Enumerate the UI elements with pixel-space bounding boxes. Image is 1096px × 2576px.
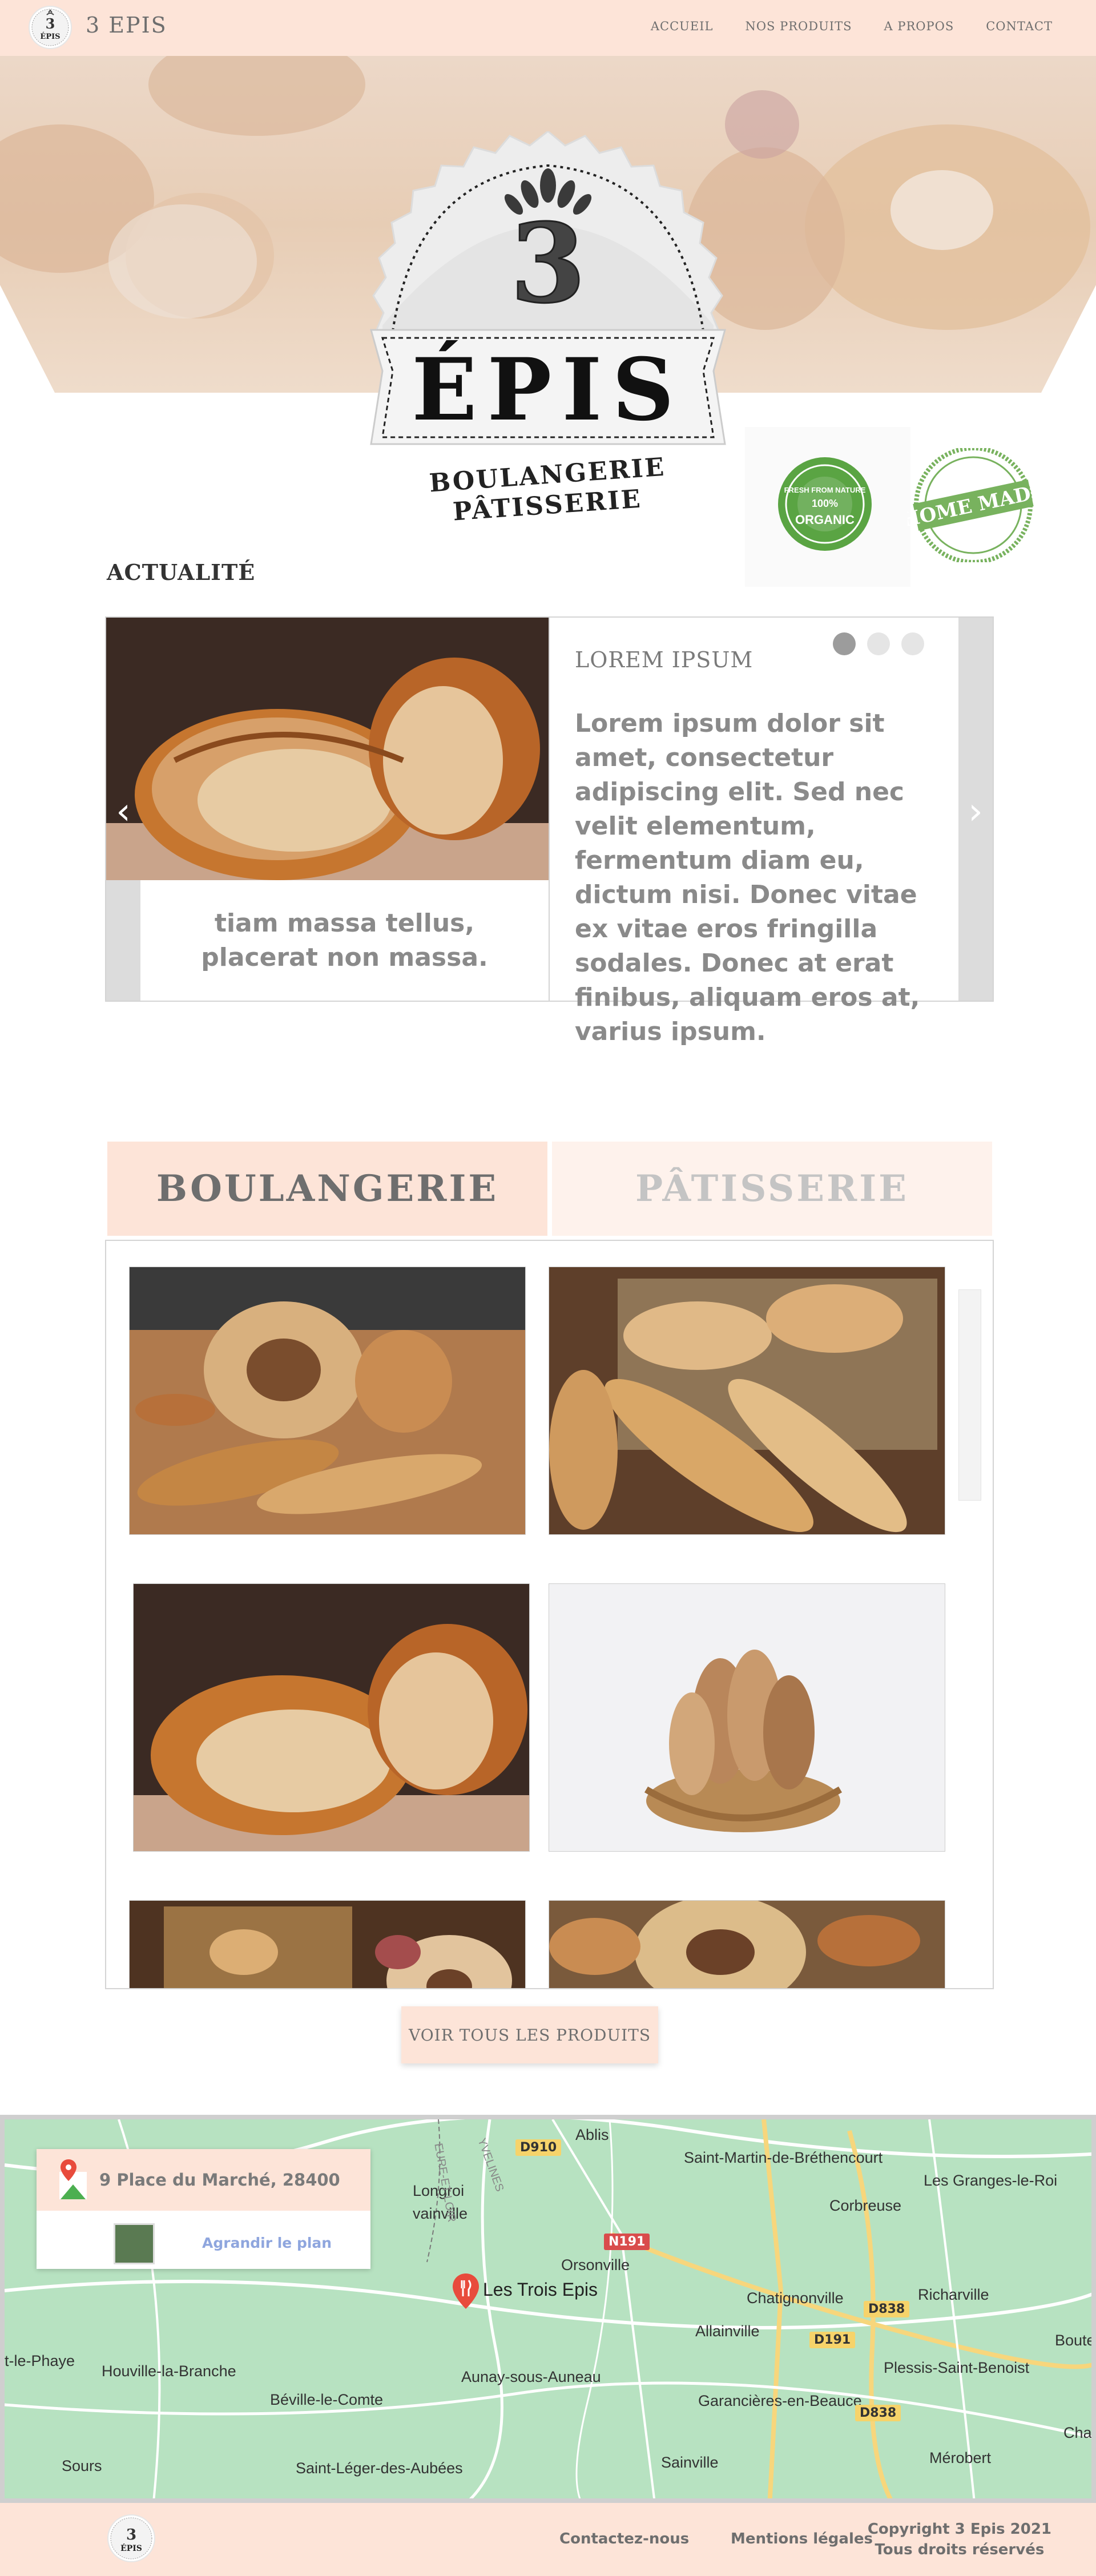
map-marker-label: Les Trois Epis — [483, 2279, 598, 2300]
news-text-panel: LOREM IPSUM Lorem ipsum dolor sit amet, … — [550, 618, 958, 1046]
footer-contact-link[interactable]: Contactez-nous — [559, 2530, 689, 2547]
tab-patisserie[interactable]: PÂTISSERIE — [552, 1142, 992, 1236]
product-tabs: BOULANGERIE PÂTISSERIE — [107, 1142, 992, 1236]
map-marker-icon[interactable] — [453, 2273, 479, 2309]
gallery-scrollbar[interactable] — [958, 1289, 981, 1501]
brand-logo-icon[interactable]: 3 ÉPIS — [29, 6, 72, 49]
enlarge-map-link[interactable]: Agrandir le plan — [202, 2235, 332, 2251]
product-image[interactable] — [549, 1267, 945, 1535]
organic-badge-top: FRESH FROM NATURE — [784, 486, 866, 494]
slider-prev-arrow[interactable]: ‹ — [112, 789, 135, 835]
slider-dot-3[interactable] — [901, 632, 924, 655]
nav-contact[interactable]: CONTACT — [986, 19, 1053, 33]
map-place: Garancières-en-Beauce — [698, 2392, 862, 2409]
slider-next-arrow[interactable]: › — [964, 789, 987, 835]
map-place: Plessis-Saint-Benoist — [884, 2359, 1030, 2376]
product-image[interactable] — [129, 1900, 526, 1988]
map-info-card: 9 Place du Marché, 28400 Agrandir le pla… — [37, 2149, 370, 2269]
footer: 3 ÉPIS Contactez-nous Mentions légales C… — [0, 2503, 1096, 2576]
map-place: Boutervi — [1055, 2332, 1095, 2349]
hero-logo-number: 3 — [510, 200, 586, 327]
map-place: Chatignonville — [747, 2289, 844, 2307]
location-map[interactable]: Ablis Saint-Martin-de-Bréthencourt Les G… — [0, 2115, 1096, 2503]
copyright-line-2: Tous droits réservés — [875, 2541, 1045, 2558]
news-image: ‹ — [106, 618, 549, 880]
product-gallery — [105, 1240, 994, 1989]
nav-nos-produits[interactable]: NOS PRODUITS — [745, 19, 852, 33]
road-badge: D191 — [809, 2332, 856, 2348]
slider-dot-2[interactable] — [867, 632, 890, 655]
map-place: Corbreuse — [829, 2197, 902, 2214]
footer-copyright: Copyright 3 Epis 2021 Tous droits réserv… — [868, 2519, 1051, 2560]
svg-text:3: 3 — [46, 15, 55, 32]
map-place: vainville — [413, 2205, 468, 2222]
tab-boulangerie[interactable]: BOULANGERIE — [107, 1142, 547, 1236]
main-nav: ACCUEIL NOS PRODUITS A PROPOS CONTACT — [651, 19, 1053, 33]
map-place: Aunay-sous-Auneau — [461, 2368, 601, 2385]
map-place: Mérobert — [929, 2449, 992, 2466]
map-place: Richarville — [918, 2286, 989, 2303]
nav-accueil[interactable]: ACCUEIL — [651, 19, 714, 33]
footer-logo-icon[interactable]: 3 ÉPIS — [107, 2514, 155, 2562]
top-navigation-bar: 3 ÉPIS 3 EPIS ACCUEIL NOS PRODUITS A PRO… — [0, 0, 1096, 56]
location-pin-icon — [57, 2159, 89, 2205]
hero-logo-word: ÉPIS — [412, 340, 684, 440]
map-thumbnail[interactable] — [114, 2223, 155, 2264]
svg-text:ÉPIS: ÉPIS — [120, 2543, 142, 2553]
product-image[interactable] — [129, 1267, 526, 1535]
map-place: Les Granges-le-Roi — [924, 2172, 1058, 2189]
slider-dot-1[interactable] — [833, 632, 856, 655]
map-place: Béville-le-Comte — [270, 2391, 384, 2408]
road-badge: N191 — [604, 2234, 650, 2250]
hero-brand-logo: 3 ÉPIS BOULANGERIE PÂTISSERIE — [348, 130, 748, 542]
map-place: Saint-Martin-de-Bréthencourt — [684, 2149, 883, 2166]
product-image[interactable] — [133, 1583, 530, 1852]
organic-badge-icon: FRESH FROM NATURE 100% ORGANIC — [778, 457, 872, 551]
map-place: Houville-la-Branche — [102, 2363, 236, 2380]
news-body: Lorem ipsum dolor sit amet, consectetur … — [575, 709, 920, 1046]
map-place: Allainville — [695, 2323, 760, 2340]
copyright-line-1: Copyright 3 Epis 2021 — [867, 2521, 1051, 2538]
product-image[interactable] — [549, 1583, 945, 1852]
organic-badge-main: ORGANIC — [795, 513, 855, 527]
svg-text:ÉPIS: ÉPIS — [40, 32, 60, 41]
news-section-title: ACTUALITÉ — [107, 559, 256, 585]
quality-badges: FRESH FROM NATURE 100% ORGANIC — [745, 427, 910, 587]
homemade-badge-icon: HOME MADE — [900, 446, 1047, 565]
footer-legal-link[interactable]: Mentions légales — [731, 2530, 873, 2547]
map-place: Sours — [62, 2457, 102, 2474]
map-place: Ablis — [575, 2126, 609, 2143]
view-all-products-button[interactable]: VOIR TOUS LES PRODUITS — [401, 2006, 658, 2063]
news-left-caption: tiam massa tellus, placerat non massa. — [140, 880, 549, 1001]
map-place: Sainville — [661, 2454, 719, 2471]
map-place: t-le-Phaye — [5, 2352, 75, 2369]
map-place: Orsonville — [561, 2256, 630, 2273]
map-place: Chalo-S — [1063, 2424, 1095, 2441]
nav-a-propos[interactable]: A PROPOS — [884, 19, 954, 33]
product-image[interactable] — [549, 1900, 945, 1988]
slider-dots — [833, 632, 924, 655]
road-badge: D838 — [855, 2405, 901, 2421]
news-slider: ‹ tiam massa tellus, placerat non massa.… — [105, 616, 994, 1046]
road-badge: D838 — [864, 2301, 910, 2317]
brand-name[interactable]: 3 EPIS — [86, 13, 167, 38]
svg-text:3: 3 — [126, 2526, 136, 2543]
map-place: Saint-Léger-des-Aubées — [296, 2460, 463, 2477]
road-badge: D910 — [515, 2139, 562, 2156]
organic-badge-pct: 100% — [812, 498, 838, 509]
